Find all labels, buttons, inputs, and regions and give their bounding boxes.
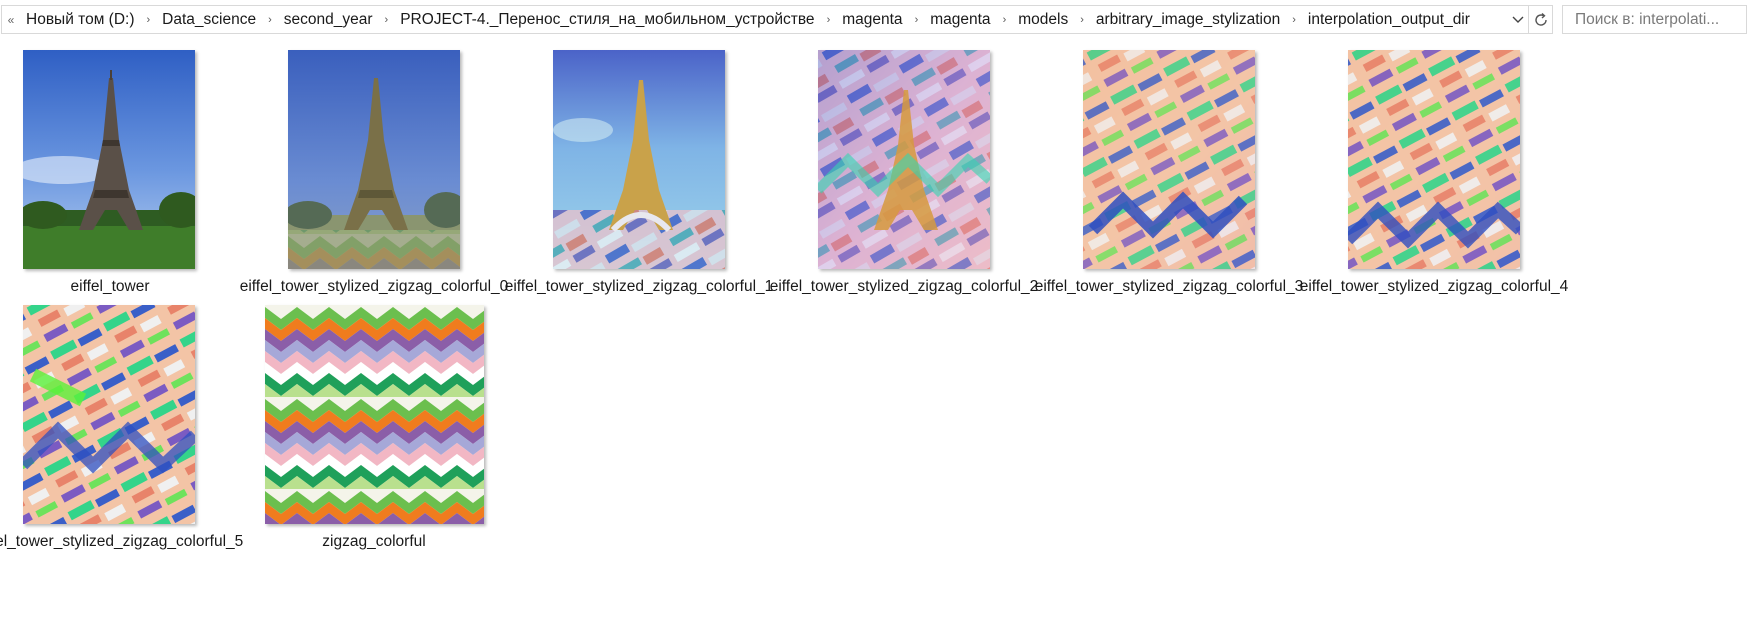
breadcrumb-item-second-year[interactable]: second_year: [278, 11, 379, 29]
thumbnail-image[interactable]: [1348, 50, 1520, 269]
chevron-right-icon[interactable]: ›: [1286, 14, 1302, 26]
breadcrumb-item-arbitrary-image-stylization[interactable]: arbitrary_image_stylization: [1090, 11, 1286, 29]
breadcrumb-item-magenta-inner[interactable]: magenta: [924, 11, 996, 29]
chevron-right-icon[interactable]: ›: [379, 14, 395, 26]
breadcrumb[interactable]: « Новый том (D:) › Data_science › second…: [1, 5, 1529, 34]
file-name: eiffel_tower_stylized_zigzag_colorful_5: [0, 533, 244, 550]
file-name: zigzag_colorful: [322, 533, 426, 550]
thumbnail-image[interactable]: [23, 50, 195, 269]
breadcrumb-item-interpolation-output-dir[interactable]: interpolation_output_dir: [1302, 11, 1476, 29]
breadcrumb-item-drive[interactable]: Новый том (D:): [20, 11, 141, 29]
chevron-right-icon[interactable]: ›: [1074, 14, 1090, 26]
thumbnail-image[interactable]: [553, 50, 725, 269]
file-name: eiffel_tower_stylized_zigzag_colorful_1: [504, 278, 774, 295]
search-input[interactable]: [1573, 9, 1747, 30]
thumbnail-image[interactable]: [818, 50, 990, 269]
chevron-right-icon[interactable]: ›: [141, 14, 157, 26]
breadcrumb-item-project[interactable]: PROJECT-4._Перенос_стиля_на_мобильном_ус…: [394, 11, 820, 29]
file-name: eiffel_tower: [70, 278, 150, 295]
chevron-right-icon[interactable]: ›: [821, 14, 837, 26]
chevron-right-icon[interactable]: ›: [262, 14, 278, 26]
thumbnail-image[interactable]: [288, 50, 460, 269]
chevron-right-icon[interactable]: ›: [997, 14, 1013, 26]
address-bar: « Новый том (D:) › Data_science › second…: [0, 0, 1747, 38]
file-name: eiffel_tower_stylized_zigzag_colorful_0: [239, 278, 509, 295]
chevron-right-icon[interactable]: ›: [909, 14, 925, 26]
double-chevron-left-icon[interactable]: «: [2, 13, 20, 27]
breadcrumb-item-data-science[interactable]: Data_science: [156, 11, 262, 29]
breadcrumb-item-magenta[interactable]: magenta: [836, 11, 908, 29]
refresh-icon[interactable]: [1529, 5, 1553, 34]
thumbnail-image[interactable]: [23, 305, 195, 524]
search-box[interactable]: [1562, 5, 1747, 34]
breadcrumb-item-models[interactable]: models: [1012, 11, 1074, 29]
file-name: eiffel_tower_stylized_zigzag_colorful_3: [1034, 278, 1304, 295]
chevron-down-icon[interactable]: [1508, 5, 1528, 34]
file-name: eiffel_tower_stylized_zigzag_colorful_4: [1299, 278, 1569, 295]
thumbnail-image[interactable]: [1083, 50, 1255, 269]
file-name: eiffel_tower_stylized_zigzag_colorful_2: [769, 278, 1039, 295]
thumbnail-image[interactable]: [265, 305, 484, 524]
